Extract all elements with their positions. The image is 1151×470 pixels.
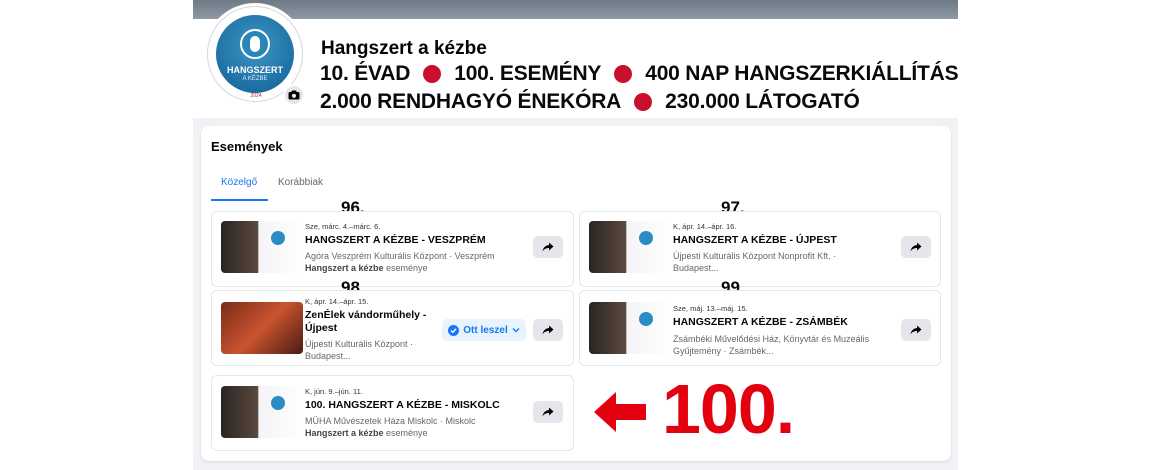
event-location-line2: Budapest... [305, 351, 351, 361]
event-location: Agóra Veszprém Kulturális Központ · Vesz… [305, 251, 495, 261]
logo-subtext: A KÉZBE [242, 76, 268, 82]
event-title[interactable]: HANGSZERT A KÉZBE - ÚJPEST [673, 234, 837, 247]
event-organizer: Hangszert a kézbe eseménye [305, 428, 428, 440]
event-location: MÜHA Művészetek Háza Miskolc · Miskolc [305, 416, 476, 426]
camera-icon[interactable] [283, 84, 305, 106]
event-thumbnail[interactable] [221, 221, 303, 273]
event-thumbnail[interactable] [221, 302, 303, 354]
event-title[interactable]: HANGSZERT A KÉZBE - ZSÁMBÉK [673, 316, 848, 329]
event-thumbnail[interactable] [221, 386, 303, 438]
share-button[interactable] [533, 236, 563, 258]
event-location-line2: Gyűjtemény · Zsámbék... [673, 346, 774, 356]
chevron-down-icon [512, 328, 520, 333]
event-thumbnail[interactable] [589, 221, 671, 273]
share-button[interactable] [901, 319, 931, 341]
event-date: K, ápr. 14.–ápr. 16. [673, 222, 737, 231]
event-title[interactable]: HANGSZERT A KÉZBE - VESZPRÉM [305, 234, 486, 247]
going-button[interactable]: Ott leszel [442, 319, 526, 341]
event-date: K, ápr. 14.–ápr. 15. [305, 297, 369, 306]
tagline-season: 10. ÉVAD [320, 62, 411, 85]
share-icon [910, 242, 922, 252]
share-button[interactable] [533, 319, 563, 341]
camera-glyph [288, 90, 300, 100]
red-dot-separator [423, 65, 442, 83]
share-icon [542, 407, 554, 417]
logo-text: HANGSZERT [227, 65, 283, 75]
event-title[interactable]: ZenÉlek vándorműhely - [305, 309, 426, 322]
active-tab-indicator [211, 199, 268, 201]
event-date: Sze, máj. 13.–máj. 15. [673, 304, 748, 313]
tab-past[interactable]: Korábbiak [278, 177, 323, 188]
event-location: Zsámbéki Művelődési Ház, Könyvtár és Muz… [673, 334, 870, 344]
organizer-name: Hangszert a kézbe [305, 263, 384, 273]
red-dot-separator [614, 65, 633, 83]
event-title[interactable]: 100. HANGSZERT A KÉZBE - MISKOLC [305, 399, 500, 412]
organizer-suffix: eseménye [383, 263, 428, 273]
share-icon [542, 242, 554, 252]
share-icon [542, 325, 554, 335]
tagline-line-1: 10. ÉVAD 100. ESEMÉNY 400 NAP HANGSZERKI… [320, 62, 959, 86]
annotation-100: 100. [662, 370, 795, 448]
share-icon [910, 325, 922, 335]
tab-upcoming[interactable]: Közelgő [221, 177, 257, 188]
events-section-title: Események [211, 139, 283, 154]
page-title: Hangszert a kézbe [321, 38, 487, 59]
organizer-name: Hangszert a kézbe [305, 428, 384, 438]
check-circle-icon [448, 324, 460, 336]
event-date: K, jún. 9.–jún. 11. [305, 387, 363, 396]
microphone-emblem-icon [240, 29, 270, 59]
event-date: Sze, márc. 4.–márc. 6. [305, 222, 381, 231]
organizer-suffix: eseménye [383, 428, 428, 438]
tagline-line-2: 2.000 RENDHAGYÓ ÉNEKÓRA 230.000 LÁTOGATÓ [320, 90, 860, 114]
tagline-visitors: 230.000 LÁTOGATÓ [665, 90, 860, 113]
red-arrow-left-icon [594, 392, 646, 432]
tagline-lessons: 2.000 RENDHAGYÓ ÉNEKÓRA [320, 90, 622, 113]
share-button[interactable] [533, 401, 563, 423]
going-label: Ott leszel [463, 324, 508, 336]
cover-photo-strip [193, 0, 958, 19]
event-organizer: Hangszert a kézbe eseménye [305, 263, 428, 275]
logo-circle: HANGSZERT A KÉZBE [216, 15, 294, 93]
event-location: Újpesti Kulturális Központ · [305, 339, 414, 349]
share-button[interactable] [901, 236, 931, 258]
event-location: Újpesti Kulturális Központ Nonprofit Kft… [673, 251, 837, 261]
event-title-line2[interactable]: Újpest [305, 322, 337, 335]
tagline-exhibition: 400 NAP HANGSZERKIÁLLÍTÁS [645, 62, 959, 85]
red-dot-separator [634, 93, 653, 111]
tagline-events: 100. ESEMÉNY [454, 62, 602, 85]
event-location-line2: Budapest... [673, 263, 719, 273]
event-thumbnail[interactable] [589, 302, 671, 354]
